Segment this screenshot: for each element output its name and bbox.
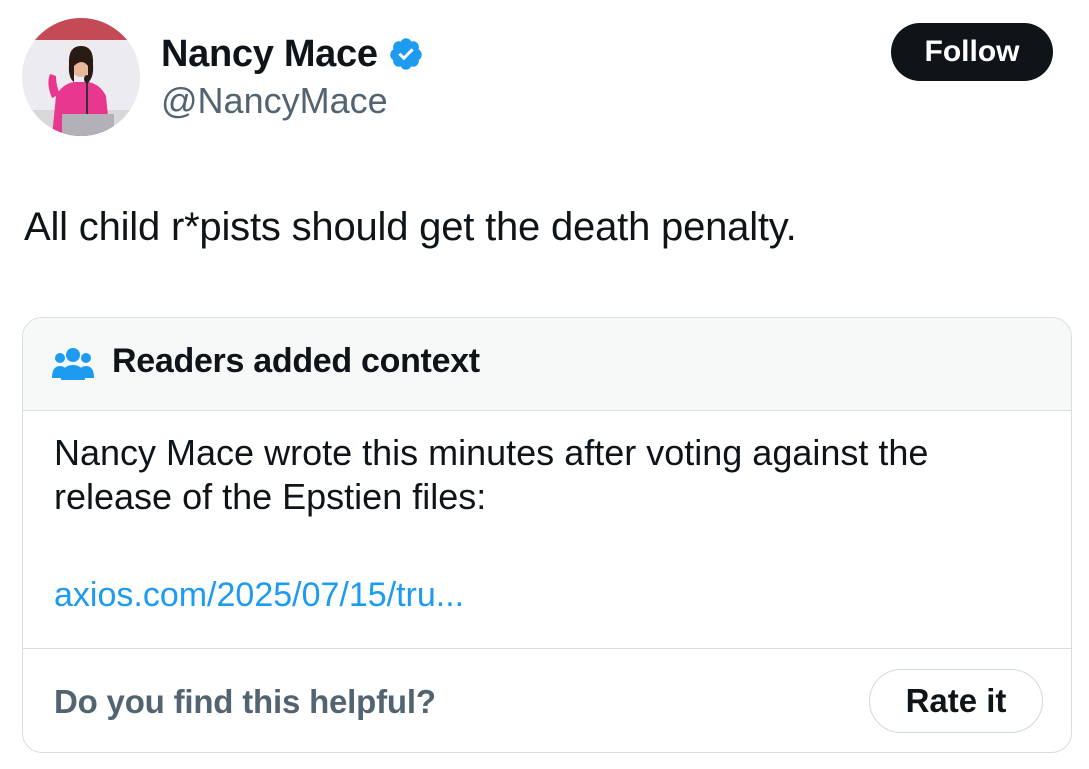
verified-badge-icon: [388, 36, 424, 72]
author-display-name[interactable]: Nancy Mace: [161, 33, 378, 76]
community-note-header: Readers added context: [23, 318, 1071, 411]
people-icon: [51, 346, 95, 382]
follow-button[interactable]: Follow: [891, 23, 1053, 81]
avatar[interactable]: [22, 18, 140, 136]
author-handle[interactable]: @NancyMace: [161, 80, 388, 122]
profile-photo: [22, 18, 140, 136]
community-note-source-link[interactable]: axios.com/2025/07/15/tru...: [54, 576, 464, 615]
tweet-text: All child r*pists should get the death p…: [24, 205, 797, 249]
rate-it-button[interactable]: Rate it: [869, 669, 1043, 733]
community-note-footer: Do you find this helpful? Rate it: [23, 648, 1071, 752]
community-note-card: Readers added context Nancy Mace wrote t…: [22, 317, 1072, 753]
community-note-body: Nancy Mace wrote this minutes after voti…: [54, 432, 929, 517]
community-note-title: Readers added context: [112, 342, 480, 380]
helpful-prompt: Do you find this helpful?: [54, 683, 436, 720]
author-name-row: Nancy Mace: [161, 30, 424, 78]
